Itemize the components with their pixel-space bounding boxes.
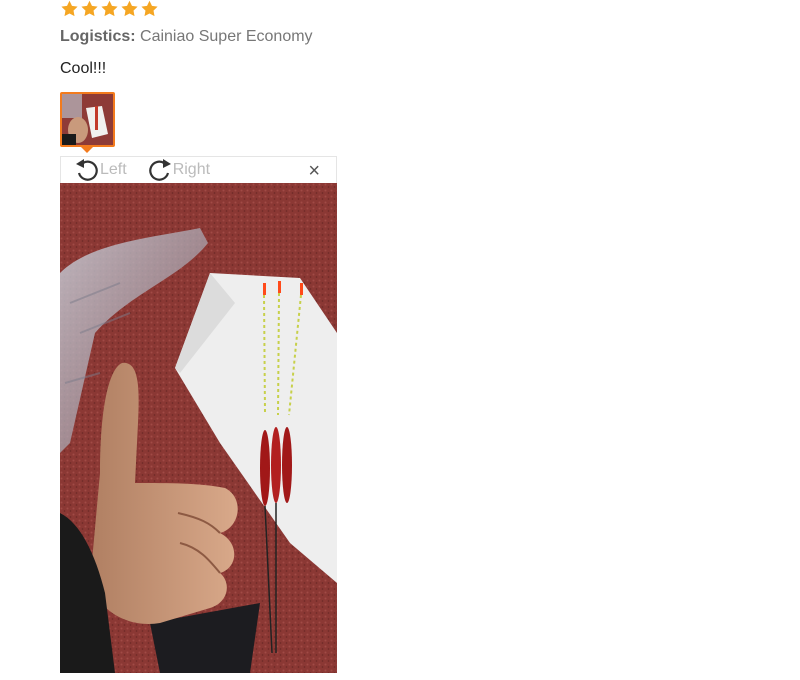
logistics-info: Logistics: Cainiao Super Economy [60, 28, 313, 46]
star-icon [101, 0, 118, 17]
star-icon [81, 0, 98, 17]
rating-stars [60, 0, 159, 17]
rotate-right-icon [148, 159, 171, 181]
rotate-right-button[interactable]: Right [147, 158, 210, 182]
logistics-value: Cainiao Super Economy [140, 28, 313, 45]
review-photo [60, 183, 337, 673]
star-icon [121, 0, 138, 17]
viewer-toolbar: Left Right × [60, 156, 337, 183]
thumbnail-image [62, 94, 113, 145]
review-comment: Cool!!! [60, 60, 107, 77]
thumbnail-pointer [79, 145, 95, 153]
review-photo-thumbnail[interactable] [60, 92, 115, 147]
close-icon[interactable]: × [308, 161, 320, 181]
star-icon [141, 0, 158, 17]
rotate-left-icon [76, 159, 98, 181]
logistics-label: Logistics: [60, 28, 136, 45]
rotate-left-button[interactable]: Left [74, 158, 127, 182]
rotate-left-label: Left [100, 161, 127, 178]
rotate-right-label: Right [172, 161, 211, 178]
star-icon [61, 0, 78, 17]
image-viewer: Left Right × [60, 156, 337, 673]
